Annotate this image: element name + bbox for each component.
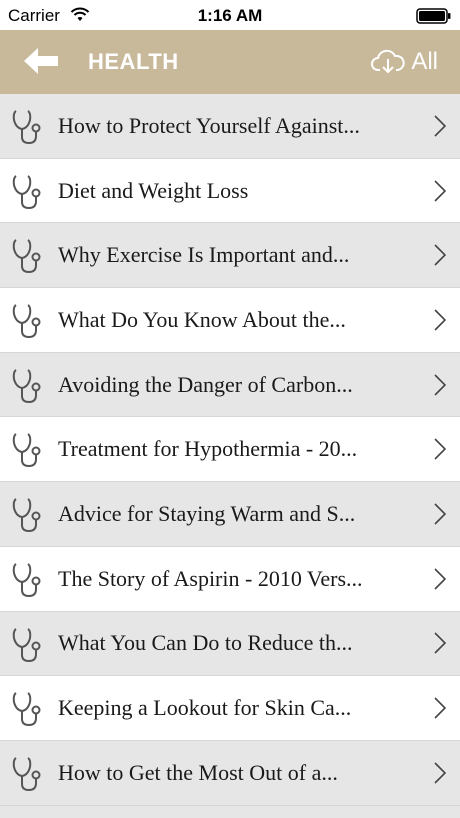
stethoscope-icon [12,757,41,791]
list-item[interactable]: The Story of Aspirin - 2010 Vers... [0,546,460,612]
list-item[interactable]: What Do You Know About the... [0,288,460,353]
page-title: HEALTH [88,49,179,74]
chevron-right-icon [434,568,446,590]
list-item-label: Why Exercise Is Important and... [58,242,350,268]
all-label: All [411,48,438,75]
stethoscope-icon [12,368,41,403]
status-time: 1:16 AM [197,6,263,25]
stethoscope-icon [12,562,41,597]
stethoscope-icon [12,110,41,145]
chevron-right-icon [434,244,446,266]
list-item[interactable]: What You Can Do to Reduce th... [0,611,460,677]
stethoscope-icon [12,304,41,339]
list-item-label: What You Can Do to Reduce th... [58,630,353,656]
list-item-label: Treatment for Hypothermia - 20... [58,436,358,462]
list-item-label: Diet and Weight Loss [58,177,249,203]
list-item[interactable]: Why Exercise Is Important and... [0,223,460,289]
list-item[interactable]: Diet and Weight Loss [0,158,460,224]
article-list: How to Protect Yourself Against... Diet a… [0,94,460,806]
stethoscope-icon [12,433,41,468]
chevron-right-icon [434,697,446,719]
list-bottom-edge [0,806,460,818]
chevron-right-icon [434,632,446,654]
list-item-label: Advice for Staying Warm and S... [58,500,356,526]
chevron-right-icon [434,374,446,396]
list-item-label: Keeping a Lookout for Skin Ca... [58,695,352,721]
cloud-download-icon [371,49,405,74]
chevron-right-icon [434,309,446,331]
list-item[interactable]: Advice for Staying Warm and S... [0,482,460,547]
download-all-button[interactable]: All [371,44,438,80]
chevron-right-icon [434,115,446,137]
list-item-label: Avoiding the Danger of Carbon... [58,371,353,397]
chevron-right-icon [434,762,446,784]
back-arrow-icon[interactable] [22,46,60,76]
status-bar: Carrier 1:16 AM [0,0,460,30]
list-item-label: How to Get the Most Out of a... [58,759,338,785]
list-item[interactable]: Keeping a Lookout for Skin Ca... [0,676,460,741]
list-item-label: The Story of Aspirin - 2010 Vers... [58,565,363,591]
stethoscope-icon [12,498,41,533]
chevron-right-icon [434,503,446,525]
stethoscope-icon [12,627,41,662]
list-item[interactable]: How to Protect Yourself Against... [0,94,460,159]
list-item[interactable]: Avoiding the Danger of Carbon... [0,352,460,418]
stethoscope-icon [12,692,41,727]
chevron-right-icon [434,179,446,202]
stethoscope-icon [12,239,41,274]
list-item[interactable]: How to Get the Most Out of a... [0,740,460,806]
stethoscope-icon [12,174,41,209]
battery-icon [416,8,451,24]
list-item-label: What Do You Know About the... [58,306,346,332]
chevron-right-icon [434,438,446,460]
list-item[interactable]: Treatment for Hypothermia - 20... [0,417,460,483]
nav-bar: HEALTH All [0,30,460,94]
list-item-label: How to Protect Yourself Against... [58,112,360,138]
